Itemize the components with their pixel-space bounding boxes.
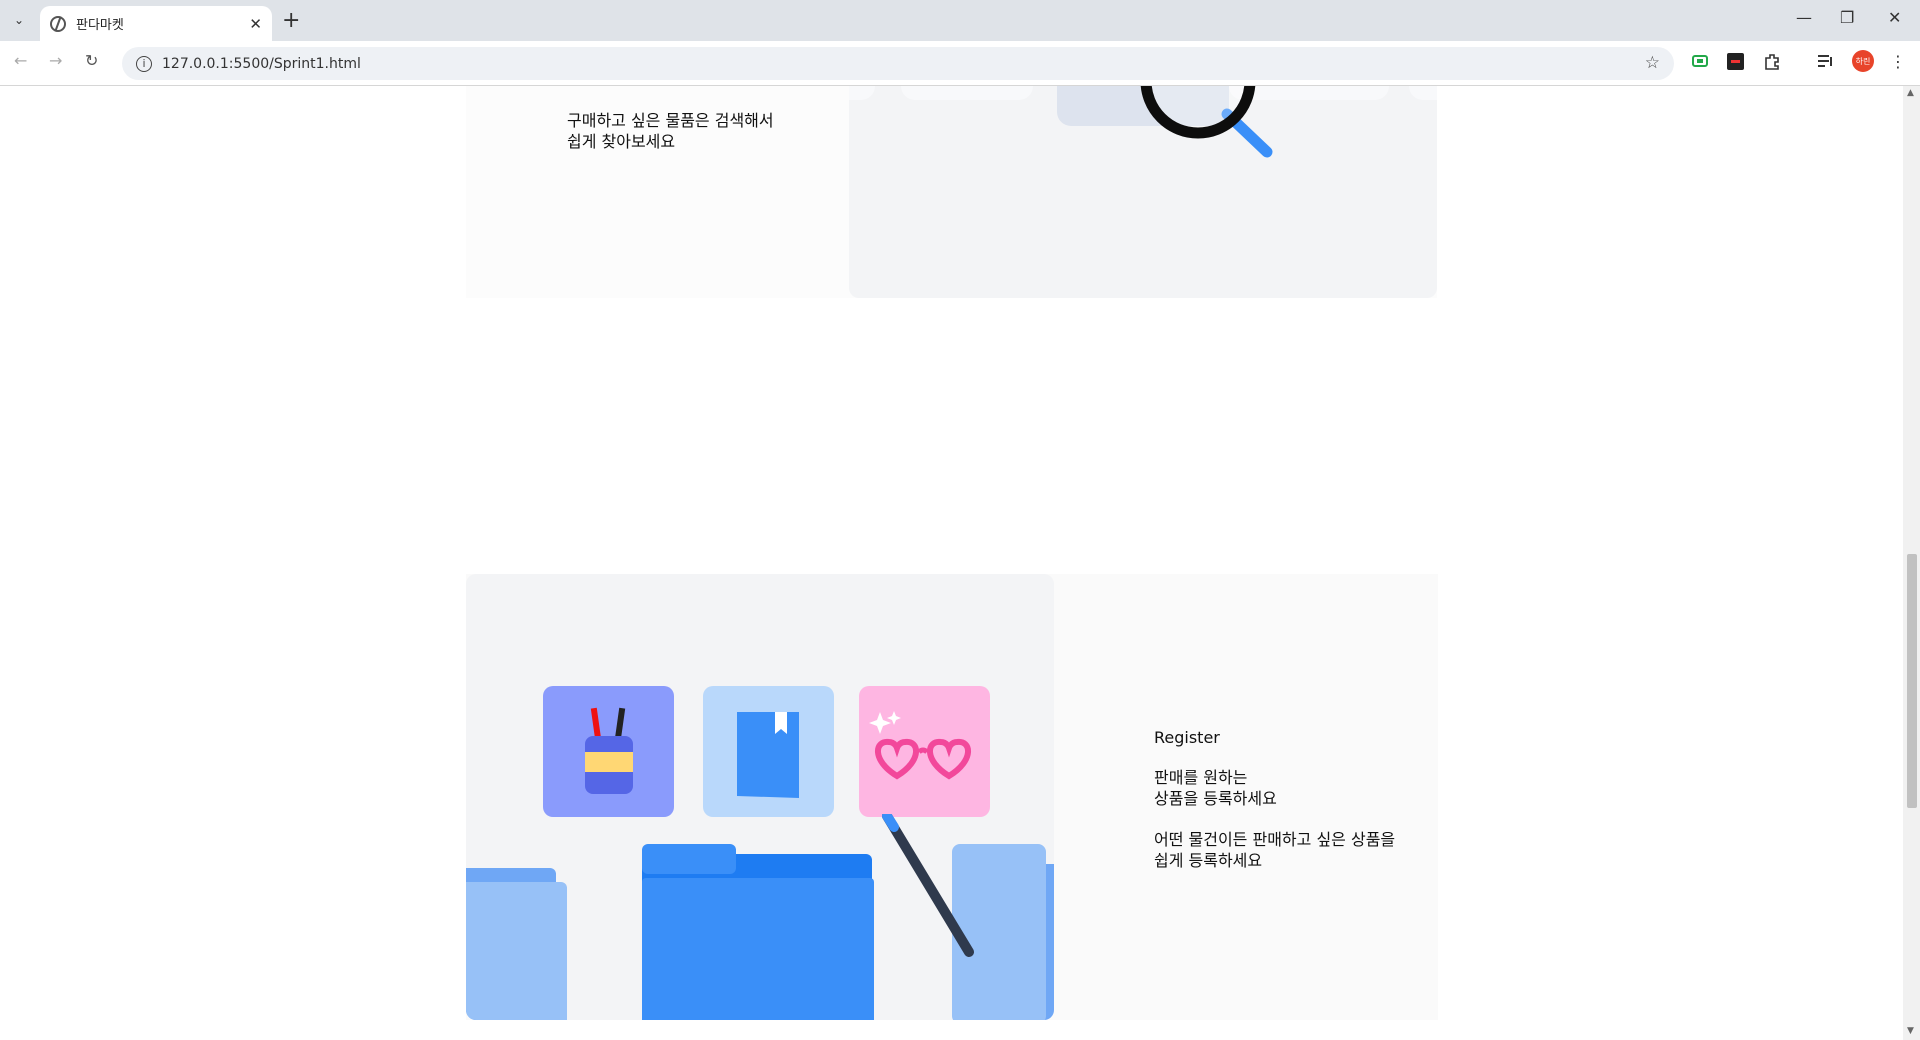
tab-close-icon[interactable]: ✕ xyxy=(249,15,262,33)
scroll-up-arrow-icon[interactable]: ▲ xyxy=(1907,88,1914,98)
register-text-block: Register 판매를 원하는 상품을 등록하세요 어떤 물건이든 판매하고 … xyxy=(1154,728,1395,871)
search-description-text: 구매하고 싶은 물품은 검색해서 쉽게 찾아보세요 xyxy=(567,111,774,151)
url-text: 127.0.0.1:5500/Sprint1.html xyxy=(162,55,361,72)
register-label: Register xyxy=(1154,728,1220,747)
menu-kebab-icon[interactable]: ⋮ xyxy=(1888,51,1908,71)
tab-list-chevron-icon[interactable]: ⌄ xyxy=(7,9,31,31)
background-tile xyxy=(849,86,875,100)
site-info-icon[interactable]: i xyxy=(136,55,152,72)
page-scrollbar[interactable]: ▲ ▼ xyxy=(1903,86,1920,1040)
pencil-cup-icon xyxy=(585,707,633,794)
magnifier-icon xyxy=(1140,86,1273,158)
notebook-icon xyxy=(737,712,799,798)
tab-title: 판다마켓 xyxy=(76,18,124,33)
extensions-puzzle-icon[interactable] xyxy=(1762,51,1782,71)
register-illustration xyxy=(466,574,1054,1020)
globe-icon xyxy=(50,15,66,32)
browser-tab-strip: ⌄ 판다마켓 ✕ + — ❐ ✕ xyxy=(0,0,1920,41)
heart-glasses-card xyxy=(859,686,990,817)
restore-icon[interactable]: ❐ xyxy=(1840,8,1854,27)
heart-glasses-icon xyxy=(869,711,971,780)
background-tile xyxy=(1409,86,1437,100)
window-close-icon[interactable]: ✕ xyxy=(1888,8,1901,27)
scrollbar-thumb[interactable] xyxy=(1907,554,1917,808)
page-viewport: 구매하고 싶은 물품은 검색해서 쉽게 찾아보세요 Register 판매를 원… xyxy=(0,86,1903,1040)
new-tab-plus-icon[interactable]: + xyxy=(282,8,300,33)
notebook-card xyxy=(703,686,834,817)
extension-green-icon[interactable] xyxy=(1690,51,1710,71)
browser-toolbar: ← → ↻ i 127.0.0.1:5500/Sprint1.html ☆ 하린… xyxy=(0,41,1920,86)
background-tile xyxy=(901,86,1033,100)
scroll-down-arrow-icon[interactable]: ▼ xyxy=(1907,1026,1914,1036)
media-queue-icon[interactable] xyxy=(1816,51,1836,71)
profile-avatar[interactable]: 하린 xyxy=(1852,50,1874,72)
extension-dark-icon[interactable] xyxy=(1725,51,1745,71)
register-description: 어떤 물건이든 판매하고 싶은 상품을 쉽게 등록하세요 xyxy=(1154,830,1396,870)
search-description: 구매하고 싶은 물품은 검색해서 쉽게 찾아보세요 xyxy=(567,110,774,152)
pencil-cup-card xyxy=(543,686,674,817)
folders-illustration xyxy=(466,814,1054,1020)
bookmark-star-icon[interactable]: ☆ xyxy=(1645,53,1660,73)
search-illustration xyxy=(849,86,1437,298)
address-bar[interactable]: i 127.0.0.1:5500/Sprint1.html ☆ xyxy=(122,47,1674,80)
register-section: Register 판매를 원하는 상품을 등록하세요 어떤 물건이든 판매하고 … xyxy=(466,574,1438,1020)
reload-icon[interactable]: ↻ xyxy=(85,51,98,70)
back-arrow-icon[interactable]: ← xyxy=(14,51,27,70)
profile-avatar-label: 하린 xyxy=(1855,56,1871,66)
register-headline: 판매를 원하는 상품을 등록하세요 xyxy=(1154,768,1277,808)
search-section: 구매하고 싶은 물품은 검색해서 쉽게 찾아보세요 xyxy=(466,86,1437,298)
forward-arrow-icon[interactable]: → xyxy=(49,51,62,70)
minimize-icon[interactable]: — xyxy=(1796,8,1812,27)
browser-tab[interactable]: 판다마켓 ✕ xyxy=(40,6,272,41)
